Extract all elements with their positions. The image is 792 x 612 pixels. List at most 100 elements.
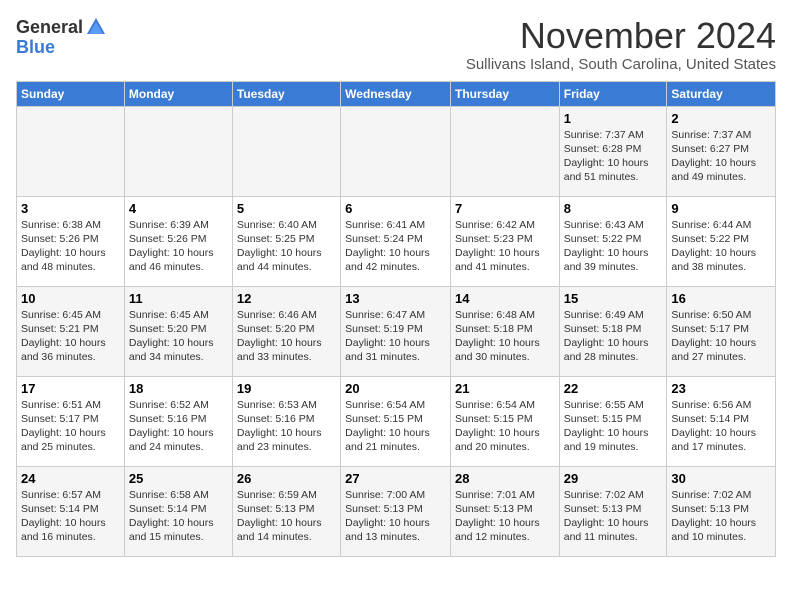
day-info: Sunrise: 6:52 AM Sunset: 5:16 PM Dayligh… bbox=[129, 398, 228, 455]
calendar-cell: 13 Sunrise: 6:47 AM Sunset: 5:19 PM Dayli… bbox=[341, 286, 451, 376]
day-number: 1 bbox=[564, 111, 663, 126]
calendar-cell bbox=[124, 106, 232, 196]
calendar-cell: 28 Sunrise: 7:01 AM Sunset: 5:13 PM Dayli… bbox=[450, 466, 559, 556]
day-info: Sunrise: 6:58 AM Sunset: 5:14 PM Dayligh… bbox=[129, 488, 228, 545]
day-number: 21 bbox=[455, 381, 555, 396]
day-number: 3 bbox=[21, 201, 120, 216]
day-info: Sunrise: 6:47 AM Sunset: 5:19 PM Dayligh… bbox=[345, 308, 446, 365]
calendar-cell: 27 Sunrise: 7:00 AM Sunset: 5:13 PM Dayli… bbox=[341, 466, 451, 556]
calendar-cell: 10 Sunrise: 6:45 AM Sunset: 5:21 PM Dayli… bbox=[17, 286, 125, 376]
day-number: 7 bbox=[455, 201, 555, 216]
day-info: Sunrise: 6:55 AM Sunset: 5:15 PM Dayligh… bbox=[564, 398, 663, 455]
day-number: 12 bbox=[237, 291, 336, 306]
calendar-cell: 1 Sunrise: 7:37 AM Sunset: 6:28 PM Daylig… bbox=[559, 106, 667, 196]
day-info: Sunrise: 7:37 AM Sunset: 6:27 PM Dayligh… bbox=[671, 128, 771, 185]
calendar-cell: 22 Sunrise: 6:55 AM Sunset: 5:15 PM Dayli… bbox=[559, 376, 667, 466]
calendar-cell: 4Sunrise: 6:39 AM Sunset: 5:26 PM Daylig… bbox=[124, 196, 232, 286]
day-number: 18 bbox=[129, 381, 228, 396]
day-number: 11 bbox=[129, 291, 228, 306]
day-info: Sunrise: 6:44 AM Sunset: 5:22 PM Dayligh… bbox=[671, 218, 771, 275]
calendar-cell: 29 Sunrise: 7:02 AM Sunset: 5:13 PM Dayli… bbox=[559, 466, 667, 556]
day-info: Sunrise: 6:57 AM Sunset: 5:14 PM Dayligh… bbox=[21, 488, 120, 545]
calendar-cell: 12 Sunrise: 6:46 AM Sunset: 5:20 PM Dayli… bbox=[232, 286, 340, 376]
header-day-monday: Monday bbox=[124, 81, 232, 106]
day-number: 15 bbox=[564, 291, 663, 306]
day-info: Sunrise: 6:49 AM Sunset: 5:18 PM Dayligh… bbox=[564, 308, 663, 365]
header-day-tuesday: Tuesday bbox=[232, 81, 340, 106]
header-day-saturday: Saturday bbox=[667, 81, 776, 106]
calendar-cell: 26Sunrise: 6:59 AM Sunset: 5:13 PM Dayli… bbox=[232, 466, 340, 556]
calendar-cell bbox=[341, 106, 451, 196]
day-info: Sunrise: 7:37 AM Sunset: 6:28 PM Dayligh… bbox=[564, 128, 663, 185]
calendar-cell: 30 Sunrise: 7:02 AM Sunset: 5:13 PM Dayli… bbox=[667, 466, 776, 556]
calendar-cell bbox=[17, 106, 125, 196]
day-number: 22 bbox=[564, 381, 663, 396]
week-row-3: 10 Sunrise: 6:45 AM Sunset: 5:21 PM Dayli… bbox=[17, 286, 776, 376]
day-info: Sunrise: 6:51 AM Sunset: 5:17 PM Dayligh… bbox=[21, 398, 120, 455]
logo-icon bbox=[85, 16, 107, 38]
day-info: Sunrise: 6:46 AM Sunset: 5:20 PM Dayligh… bbox=[237, 308, 336, 365]
header-row: SundayMondayTuesdayWednesdayThursdayFrid… bbox=[17, 81, 776, 106]
calendar-cell bbox=[232, 106, 340, 196]
day-info: Sunrise: 6:56 AM Sunset: 5:14 PM Dayligh… bbox=[671, 398, 771, 455]
calendar-cell: 16Sunrise: 6:50 AM Sunset: 5:17 PM Dayli… bbox=[667, 286, 776, 376]
day-number: 20 bbox=[345, 381, 446, 396]
day-number: 13 bbox=[345, 291, 446, 306]
calendar-cell: 24Sunrise: 6:57 AM Sunset: 5:14 PM Dayli… bbox=[17, 466, 125, 556]
day-number: 29 bbox=[564, 471, 663, 486]
calendar-cell: 25 Sunrise: 6:58 AM Sunset: 5:14 PM Dayli… bbox=[124, 466, 232, 556]
calendar-body: 1 Sunrise: 7:37 AM Sunset: 6:28 PM Daylig… bbox=[17, 106, 776, 556]
header-day-thursday: Thursday bbox=[450, 81, 559, 106]
header-day-friday: Friday bbox=[559, 81, 667, 106]
calendar-header: SundayMondayTuesdayWednesdayThursdayFrid… bbox=[17, 81, 776, 106]
calendar-cell: 9Sunrise: 6:44 AM Sunset: 5:22 PM Daylig… bbox=[667, 196, 776, 286]
header-day-wednesday: Wednesday bbox=[341, 81, 451, 106]
day-info: Sunrise: 6:54 AM Sunset: 5:15 PM Dayligh… bbox=[455, 398, 555, 455]
title-block: November 2024 Sullivans Island, South Ca… bbox=[466, 16, 776, 73]
day-number: 6 bbox=[345, 201, 446, 216]
day-number: 25 bbox=[129, 471, 228, 486]
day-info: Sunrise: 6:53 AM Sunset: 5:16 PM Dayligh… bbox=[237, 398, 336, 455]
day-info: Sunrise: 6:48 AM Sunset: 5:18 PM Dayligh… bbox=[455, 308, 555, 365]
calendar-cell: 19Sunrise: 6:53 AM Sunset: 5:16 PM Dayli… bbox=[232, 376, 340, 466]
page-header: General Blue November 2024 Sullivans Isl… bbox=[16, 16, 776, 73]
day-number: 5 bbox=[237, 201, 336, 216]
calendar-cell: 20 Sunrise: 6:54 AM Sunset: 5:15 PM Dayli… bbox=[341, 376, 451, 466]
logo-blue-text: Blue bbox=[16, 38, 55, 56]
logo-general-text: General bbox=[16, 18, 83, 36]
day-number: 27 bbox=[345, 471, 446, 486]
day-number: 14 bbox=[455, 291, 555, 306]
day-info: Sunrise: 6:45 AM Sunset: 5:21 PM Dayligh… bbox=[21, 308, 120, 365]
week-row-5: 24Sunrise: 6:57 AM Sunset: 5:14 PM Dayli… bbox=[17, 466, 776, 556]
day-info: Sunrise: 7:01 AM Sunset: 5:13 PM Dayligh… bbox=[455, 488, 555, 545]
day-number: 28 bbox=[455, 471, 555, 486]
day-info: Sunrise: 6:59 AM Sunset: 5:13 PM Dayligh… bbox=[237, 488, 336, 545]
day-info: Sunrise: 6:43 AM Sunset: 5:22 PM Dayligh… bbox=[564, 218, 663, 275]
calendar-cell bbox=[450, 106, 559, 196]
week-row-1: 1 Sunrise: 7:37 AM Sunset: 6:28 PM Daylig… bbox=[17, 106, 776, 196]
day-number: 2 bbox=[671, 111, 771, 126]
day-info: Sunrise: 6:54 AM Sunset: 5:15 PM Dayligh… bbox=[345, 398, 446, 455]
day-info: Sunrise: 6:40 AM Sunset: 5:25 PM Dayligh… bbox=[237, 218, 336, 275]
day-info: Sunrise: 7:00 AM Sunset: 5:13 PM Dayligh… bbox=[345, 488, 446, 545]
calendar-cell: 15 Sunrise: 6:49 AM Sunset: 5:18 PM Dayli… bbox=[559, 286, 667, 376]
day-info: Sunrise: 7:02 AM Sunset: 5:13 PM Dayligh… bbox=[564, 488, 663, 545]
logo: General Blue bbox=[16, 16, 107, 56]
day-info: Sunrise: 6:41 AM Sunset: 5:24 PM Dayligh… bbox=[345, 218, 446, 275]
calendar-cell: 11Sunrise: 6:45 AM Sunset: 5:20 PM Dayli… bbox=[124, 286, 232, 376]
calendar-cell: 14 Sunrise: 6:48 AM Sunset: 5:18 PM Dayli… bbox=[450, 286, 559, 376]
day-info: Sunrise: 6:38 AM Sunset: 5:26 PM Dayligh… bbox=[21, 218, 120, 275]
month-title: November 2024 bbox=[466, 16, 776, 56]
calendar-cell: 17 Sunrise: 6:51 AM Sunset: 5:17 PM Dayli… bbox=[17, 376, 125, 466]
day-number: 8 bbox=[564, 201, 663, 216]
day-number: 4 bbox=[129, 201, 228, 216]
calendar-cell: 3 Sunrise: 6:38 AM Sunset: 5:26 PM Daylig… bbox=[17, 196, 125, 286]
day-number: 30 bbox=[671, 471, 771, 486]
calendar-cell: 7Sunrise: 6:42 AM Sunset: 5:23 PM Daylig… bbox=[450, 196, 559, 286]
calendar-cell: 2 Sunrise: 7:37 AM Sunset: 6:27 PM Daylig… bbox=[667, 106, 776, 196]
day-info: Sunrise: 7:02 AM Sunset: 5:13 PM Dayligh… bbox=[671, 488, 771, 545]
calendar-cell: 18 Sunrise: 6:52 AM Sunset: 5:16 PM Dayli… bbox=[124, 376, 232, 466]
calendar-cell: 5 Sunrise: 6:40 AM Sunset: 5:25 PM Daylig… bbox=[232, 196, 340, 286]
day-number: 17 bbox=[21, 381, 120, 396]
day-number: 10 bbox=[21, 291, 120, 306]
